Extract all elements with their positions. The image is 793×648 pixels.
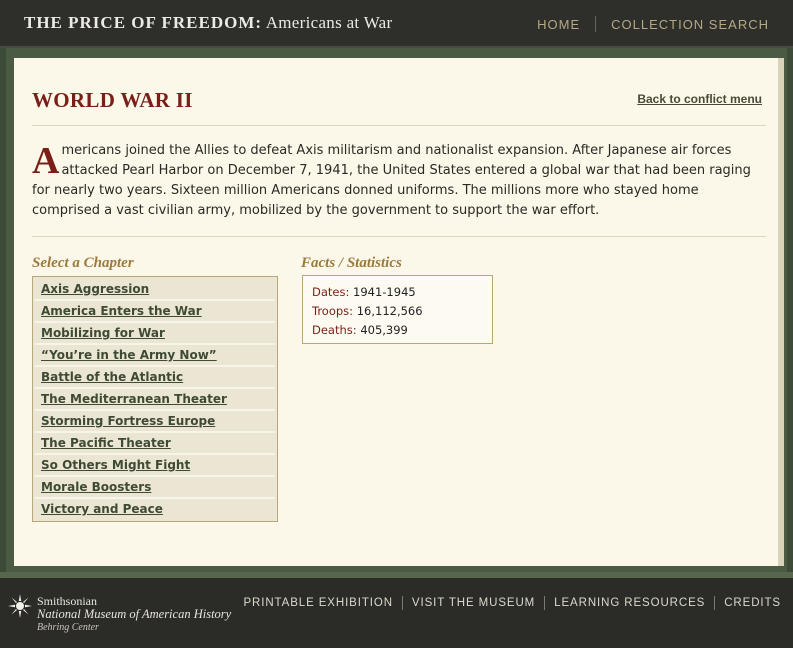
chapter-link-axis-aggression[interactable]: Axis Aggression bbox=[35, 279, 275, 301]
chapter-link-pacific-theater[interactable]: The Pacific Theater bbox=[35, 433, 275, 455]
back-to-conflict-menu-link[interactable]: Back to conflict menu bbox=[637, 92, 762, 106]
fact-deaths-value: 405,399 bbox=[360, 323, 408, 337]
fact-troops-label: Troops: bbox=[312, 304, 354, 318]
chapter-link-mobilizing-for-war[interactable]: Mobilizing for War bbox=[35, 323, 275, 345]
smithsonian-sun-icon[interactable] bbox=[8, 594, 32, 618]
footer-credits-link[interactable]: CREDITS bbox=[724, 597, 781, 609]
chapter-list: Axis Aggression America Enters the War M… bbox=[32, 276, 278, 522]
chapter-link-mediterranean-theater[interactable]: The Mediterranean Theater bbox=[35, 389, 275, 411]
fact-deaths-label: Deaths: bbox=[312, 323, 357, 337]
fact-dates: Dates: 1941-1945 bbox=[312, 285, 416, 299]
fact-troops: Troops: 16,112,566 bbox=[312, 304, 423, 318]
footer-nav: PRINTABLE EXHIBITION VISIT THE MUSEUM LE… bbox=[243, 596, 781, 610]
drop-cap: A bbox=[32, 140, 60, 182]
fact-deaths: Deaths: 405,399 bbox=[312, 323, 408, 337]
chapter-link-battle-of-the-atlantic[interactable]: Battle of the Atlantic bbox=[35, 367, 275, 389]
site-footer: Smithsonian National Museum of American … bbox=[0, 572, 793, 648]
chapter-link-america-enters-the-war[interactable]: America Enters the War bbox=[35, 301, 275, 323]
intro-paragraph: Americans joined the Allies to defeat Ax… bbox=[32, 141, 760, 221]
fact-dates-label: Dates: bbox=[312, 285, 350, 299]
nav-home-link[interactable]: HOME bbox=[537, 17, 580, 32]
divider bbox=[32, 125, 766, 126]
chapter-link-morale-boosters[interactable]: Morale Boosters bbox=[35, 477, 275, 499]
site-title[interactable]: THE PRICE OF FREEDOM: Americans at War bbox=[24, 13, 392, 33]
site-title-subtitle: Americans at War bbox=[262, 13, 393, 32]
site-title-strong: THE PRICE OF FREEDOM: bbox=[24, 13, 263, 32]
chapter-link-youre-in-the-army-now[interactable]: “You’re in the Army Now” bbox=[35, 345, 275, 367]
footer-nav-divider bbox=[714, 596, 716, 610]
nav-divider bbox=[595, 16, 597, 32]
chapter-link-storming-fortress-europe[interactable]: Storming Fortress Europe bbox=[35, 411, 275, 433]
footer-nav-divider bbox=[401, 596, 403, 610]
chapter-link-victory-and-peace[interactable]: Victory and Peace bbox=[35, 499, 275, 519]
fact-dates-value: 1941-1945 bbox=[353, 285, 416, 299]
museum-name[interactable]: National Museum of American History bbox=[37, 607, 231, 622]
top-nav: HOME COLLECTION SEARCH bbox=[537, 16, 769, 32]
facts-statistics-box: Dates: 1941-1945 Troops: 16,112,566 Deat… bbox=[302, 275, 493, 344]
fact-troops-value: 16,112,566 bbox=[356, 304, 423, 318]
footer-nav-divider bbox=[544, 596, 546, 610]
nav-collection-search-link[interactable]: COLLECTION SEARCH bbox=[611, 17, 769, 32]
footer-printable-exhibition-link[interactable]: PRINTABLE EXHIBITION bbox=[243, 597, 392, 609]
page-title: WORLD WAR II bbox=[32, 88, 193, 112]
intro-text: mericans joined the Allies to defeat Axi… bbox=[32, 143, 751, 218]
facts-heading: Facts / Statistics bbox=[301, 255, 402, 271]
main-content: WORLD WAR II Back to conflict menu Ameri… bbox=[14, 58, 784, 566]
site-header: THE PRICE OF FREEDOM: Americans at War H… bbox=[0, 0, 793, 48]
footer-visit-museum-link[interactable]: VISIT THE MUSEUM bbox=[412, 597, 535, 609]
chapter-link-so-others-might-fight[interactable]: So Others Might Fight bbox=[35, 455, 275, 477]
behring-center: Behring Center bbox=[37, 622, 99, 633]
footer-learning-resources-link[interactable]: LEARNING RESOURCES bbox=[554, 597, 705, 609]
chapters-heading: Select a Chapter bbox=[32, 255, 134, 271]
divider bbox=[32, 236, 766, 237]
